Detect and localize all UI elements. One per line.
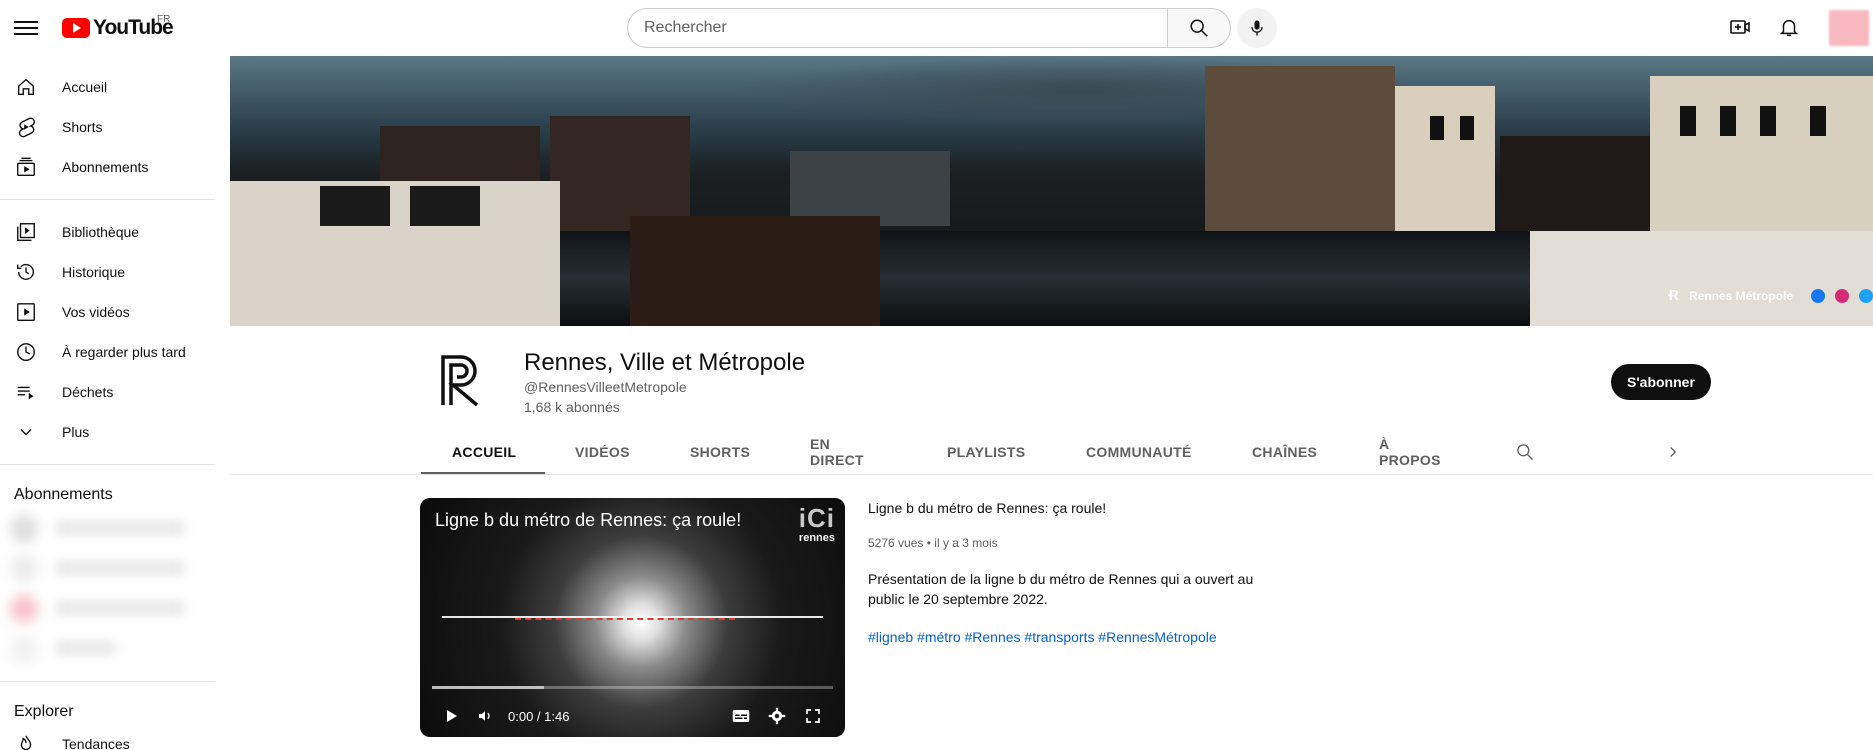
sidebar-item-library[interactable]: Bibliothèque	[0, 212, 215, 252]
shorts-icon	[14, 115, 38, 139]
tab-channels[interactable]: CHAÎNES	[1252, 430, 1317, 474]
library-icon	[14, 220, 38, 244]
youtube-play-icon	[62, 18, 90, 38]
sidebar: Accueil Shorts Abonnements Bibliothèque …	[0, 56, 228, 750]
sidebar-item-shorts[interactable]: Shorts	[0, 107, 215, 147]
tab-home[interactable]: ACCUEIL	[452, 430, 516, 474]
facebook-icon[interactable]	[1811, 288, 1825, 303]
video-overlay-title: Ligne b du métro de Rennes: ça roule!	[435, 510, 742, 530]
subscription-item-blurred[interactable]	[10, 593, 200, 623]
subscription-item-blurred[interactable]	[10, 553, 200, 583]
upload-age: il y a 3 mois	[934, 536, 998, 550]
rennes-logo-icon	[441, 355, 479, 407]
subscriptions-heading: Abonnements	[14, 486, 113, 503]
video-progress-bar[interactable]	[432, 686, 833, 689]
sidebar-item-watch-later[interactable]: À regarder plus tard	[0, 332, 215, 372]
voice-search-button[interactable]	[1237, 8, 1277, 48]
chevron-right-icon	[1670, 447, 1677, 457]
ici-rennes-watermark: iCi rennes	[798, 503, 835, 544]
rennes-metropole-logo-icon: Ɍ	[1668, 287, 1679, 304]
create-button[interactable]	[1727, 14, 1753, 40]
account-avatar[interactable]	[1829, 10, 1869, 46]
chevron-down-icon	[14, 420, 38, 444]
play-icon	[447, 710, 457, 722]
sidebar-item-your-videos[interactable]: Vos vidéos	[0, 292, 215, 332]
gear-icon	[768, 707, 786, 725]
video-time: 0:00 / 1:46	[508, 709, 570, 724]
watch-later-icon	[14, 340, 38, 364]
view-count: 5276 vues	[868, 536, 924, 550]
sidebar-item-playlist[interactable]: Déchets	[0, 372, 215, 412]
playlist-icon	[14, 380, 38, 404]
search-input[interactable]	[627, 8, 1167, 48]
subscribe-button[interactable]: S'abonner	[1611, 364, 1711, 400]
sidebar-divider	[0, 681, 215, 682]
tab-shorts[interactable]: SHORTS	[690, 430, 750, 474]
trending-icon	[14, 732, 38, 750]
banner-links: Ɍ Rennes Métropole	[1668, 287, 1873, 304]
video-description: Présentation de la ligne b du métro de R…	[868, 571, 1254, 607]
subtitles-icon	[732, 710, 750, 722]
sidebar-item-trending[interactable]: Tendances	[0, 726, 215, 750]
channel-handle: @RennesVilleetMetropole	[524, 379, 687, 395]
bell-icon	[1779, 19, 1799, 36]
tab-live[interactable]: EN DIRECT	[810, 430, 864, 474]
tabs-scroll-right-button[interactable]	[1664, 430, 1682, 474]
subtitles-button[interactable]	[730, 705, 752, 727]
tabs-divider	[230, 474, 1873, 475]
settings-button[interactable]	[766, 705, 788, 727]
tab-playlists[interactable]: PLAYLISTS	[947, 430, 1025, 474]
channel-banner: Ɍ Rennes Métropole	[230, 56, 1873, 326]
video-meta: 5276 vues • il y a 3 mois	[868, 536, 998, 550]
tab-about[interactable]: À PROPOS	[1379, 430, 1441, 474]
search-button[interactable]	[1167, 8, 1231, 48]
search-icon	[1190, 19, 1208, 37]
tab-community[interactable]: COMMUNAUTÉ	[1086, 430, 1192, 474]
sidebar-item-more[interactable]: Plus	[0, 412, 215, 452]
sidebar-divider	[0, 464, 215, 465]
featured-video-player[interactable]: Ligne b du métro de Rennes: ça roule! iC…	[420, 498, 845, 737]
banner-brand-link[interactable]: Rennes Métropole	[1689, 289, 1793, 303]
subscription-item-blurred[interactable]	[10, 513, 200, 543]
subscriber-count: 1,68 k abonnés	[524, 399, 620, 415]
channel-name: Rennes, Ville et Métropole	[524, 349, 806, 376]
subscription-item-blurred[interactable]	[10, 633, 200, 663]
instagram-icon[interactable]	[1835, 288, 1849, 303]
sidebar-divider	[0, 199, 215, 200]
mute-button[interactable]	[474, 705, 496, 727]
history-icon	[14, 260, 38, 284]
channel-search-button[interactable]	[1515, 430, 1535, 474]
top-bar: YouTube FR	[0, 0, 1873, 56]
explore-heading: Explorer	[14, 703, 74, 720]
play-button[interactable]	[440, 705, 462, 727]
search-bar	[627, 8, 1231, 48]
tab-videos[interactable]: VIDÉOS	[575, 430, 630, 474]
sidebar-item-subscriptions[interactable]: Abonnements	[0, 147, 215, 187]
channel-avatar[interactable]	[421, 340, 501, 420]
sidebar-item-home[interactable]: Accueil	[0, 67, 215, 107]
region-code: FR	[157, 14, 171, 25]
microphone-icon	[1251, 20, 1263, 36]
create-video-icon	[1730, 20, 1750, 34]
video-hashtags[interactable]: #ligneb #métro #Rennes #transports #Renn…	[868, 629, 1217, 645]
your-videos-icon	[14, 300, 38, 324]
sidebar-item-history[interactable]: Historique	[0, 252, 215, 292]
menu-icon[interactable]	[14, 17, 38, 37]
subscriptions-icon	[14, 155, 38, 179]
home-icon	[14, 75, 38, 99]
fullscreen-icon	[806, 709, 820, 723]
video-title-link[interactable]: Ligne b du métro de Rennes: ça roule!	[868, 500, 1106, 516]
twitter-icon[interactable]	[1859, 288, 1873, 303]
tunnel-red-dashes	[515, 618, 735, 620]
volume-icon	[479, 711, 490, 721]
fullscreen-button[interactable]	[802, 705, 824, 727]
search-icon	[1517, 444, 1533, 460]
notifications-button[interactable]	[1776, 14, 1802, 40]
